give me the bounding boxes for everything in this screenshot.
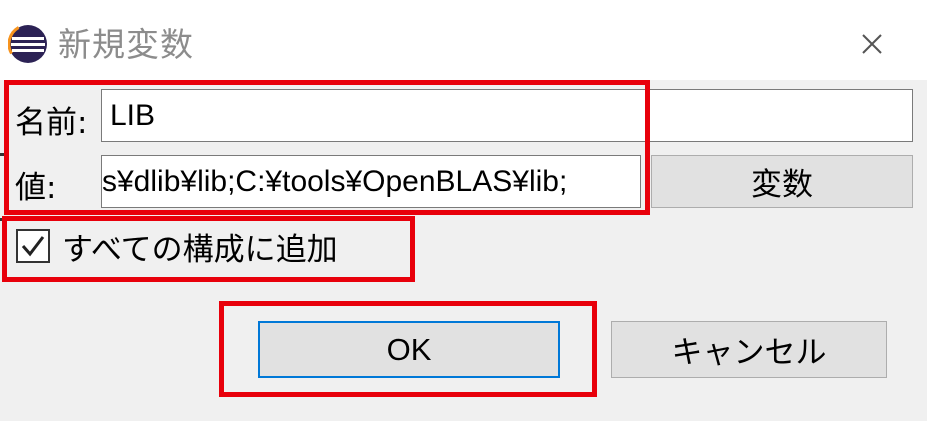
eclipse-icon: [8, 24, 48, 64]
annotation-highlight-ok: [219, 301, 597, 397]
annotation-highlight-fields: [4, 80, 650, 215]
dialog-title: 新規変数: [58, 25, 194, 64]
cancel-button[interactable]: キャンセル: [611, 321, 887, 378]
new-variable-dialog: 新規変数 名前: LIB 値: s¥dlib¥lib;C:¥tools¥Open…: [0, 0, 927, 421]
variables-button[interactable]: 変数: [651, 155, 913, 208]
annotation-highlight-checkbox: [2, 216, 415, 282]
close-icon[interactable]: [852, 24, 892, 64]
title-bar: 新規変数: [0, 0, 927, 80]
